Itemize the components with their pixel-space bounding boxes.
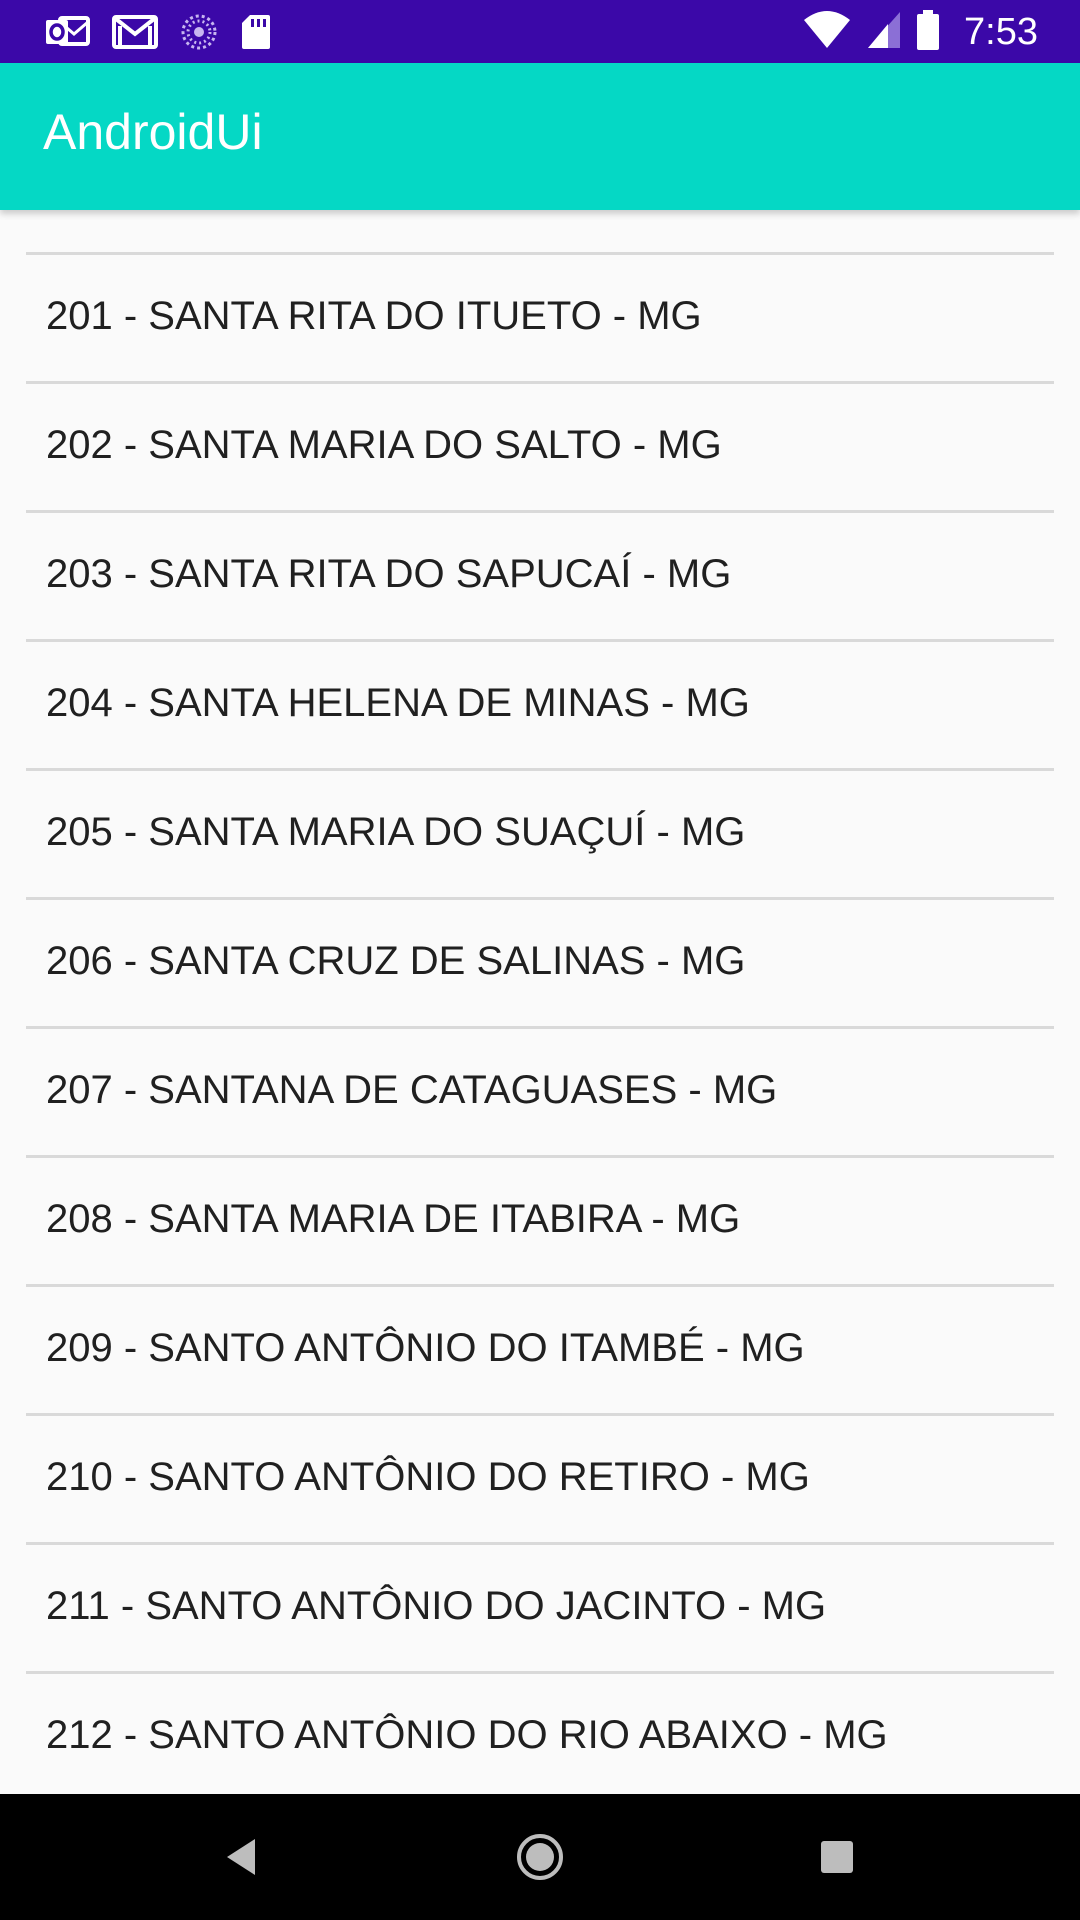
gmail-icon	[112, 14, 158, 50]
list-item[interactable]: 212 - SANTO ANTÔNIO DO RIO ABAIXO - MG	[26, 1674, 1054, 1794]
home-button[interactable]	[507, 1824, 573, 1890]
back-icon	[227, 1839, 255, 1875]
list-item[interactable]: 202 - SANTA MARIA DO SALTO - MG	[26, 384, 1054, 513]
system-status-icons: 7:53	[802, 8, 1038, 56]
sync-icon	[180, 13, 218, 51]
list-item-label: 206 - SANTA CRUZ DE SALINAS - MG	[46, 939, 746, 983]
app-bar: AndroidUi	[0, 63, 1080, 210]
status-bar: 7:53	[0, 0, 1080, 63]
notification-icons	[44, 10, 272, 54]
recents-button[interactable]	[804, 1824, 870, 1890]
recents-icon	[821, 1841, 853, 1873]
list-item-label: 209 - SANTO ANTÔNIO DO ITAMBÉ - MG	[46, 1326, 805, 1370]
back-button[interactable]	[208, 1824, 274, 1890]
list-item[interactable]: 211 - SANTO ANTÔNIO DO JACINTO - MG	[26, 1545, 1054, 1674]
outlook-icon	[44, 14, 90, 50]
list-item-label: 204 - SANTA HELENA DE MINAS - MG	[46, 681, 750, 725]
list-item[interactable]: 210 - SANTO ANTÔNIO DO RETIRO - MG	[26, 1416, 1054, 1545]
battery-icon	[916, 9, 940, 56]
app-title: AndroidUi	[43, 104, 263, 160]
home-icon	[517, 1834, 563, 1880]
list-item-label: 208 - SANTA MARIA DE ITABIRA - MG	[46, 1197, 741, 1241]
sd-card-icon	[240, 13, 272, 51]
list-item[interactable]: 201 - SANTA RITA DO ITUETO - MG	[26, 255, 1054, 384]
clock: 7:53	[964, 10, 1038, 53]
list-item-label: 210 - SANTO ANTÔNIO DO RETIRO - MG	[46, 1455, 810, 1499]
list-item-label: 211 - SANTO ANTÔNIO DO JACINTO - MG	[46, 1584, 827, 1628]
navigation-bar	[0, 1794, 1080, 1920]
list-item[interactable]: 206 - SANTA CRUZ DE SALINAS - MG	[26, 900, 1054, 1029]
list-item-label: 212 - SANTO ANTÔNIO DO RIO ABAIXO - MG	[46, 1713, 888, 1757]
list-item[interactable]: 208 - SANTA MARIA DE ITABIRA - MG	[26, 1158, 1054, 1287]
list-item-label: 201 - SANTA RITA DO ITUETO - MG	[46, 294, 702, 338]
list-rows: 201 - SANTA RITA DO ITUETO - MG 202 - SAN…	[0, 255, 1080, 1794]
list-item[interactable]: 203 - SANTA RITA DO SAPUCAÍ - MG	[26, 513, 1054, 642]
wifi-icon	[802, 10, 852, 55]
list-item[interactable]: 205 - SANTA MARIA DO SUAÇUÍ - MG	[26, 771, 1054, 900]
list-item[interactable]: 209 - SANTO ANTÔNIO DO ITAMBÉ - MG	[26, 1287, 1054, 1416]
list-item[interactable]: 204 - SANTA HELENA DE MINAS - MG	[26, 642, 1054, 771]
list-item-label: 203 - SANTA RITA DO SAPUCAÍ - MG	[46, 552, 732, 596]
city-list[interactable]: 201 - SANTA RITA DO ITUETO - MG 202 - SAN…	[0, 210, 1080, 1794]
list-item-label: 207 - SANTANA DE CATAGUASES - MG	[46, 1068, 778, 1112]
list-item-label: 205 - SANTA MARIA DO SUAÇUÍ - MG	[46, 810, 746, 854]
list-item[interactable]: 207 - SANTANA DE CATAGUASES - MG	[26, 1029, 1054, 1158]
list-item-label: 202 - SANTA MARIA DO SALTO - MG	[46, 423, 722, 467]
signal-icon	[866, 10, 902, 55]
